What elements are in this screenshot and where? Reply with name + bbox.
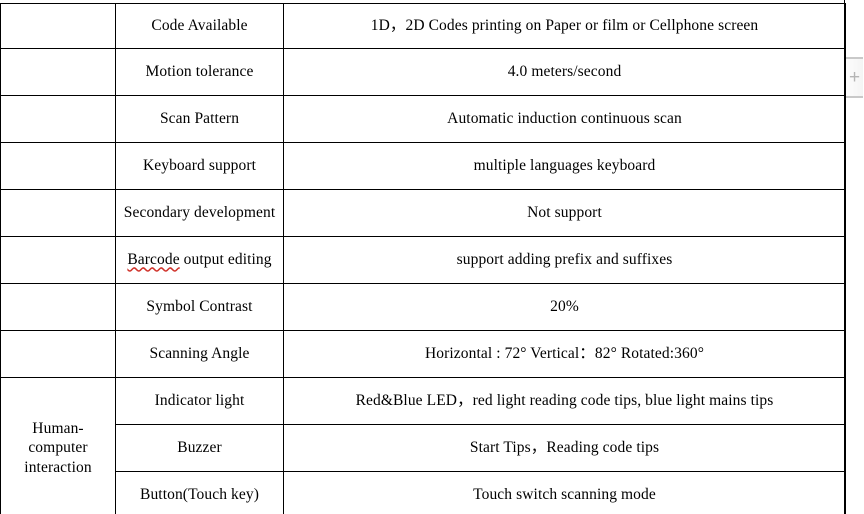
table-row: Motion tolerance 4.0 meters/second	[0, 48, 846, 96]
category-cell-blank	[0, 189, 116, 237]
value-cell: 4.0 meters/second	[283, 48, 846, 96]
plus-icon[interactable]: +	[849, 68, 860, 87]
category-cell-blank	[0, 3, 116, 49]
category-cell-blank	[0, 95, 116, 143]
param-cell-text: output editing	[179, 251, 272, 269]
category-cell-human-computer-interaction: Human-computer interaction	[0, 377, 116, 514]
param-cell: Indicator light	[115, 377, 284, 425]
table-row: Barcode output editing support adding pr…	[0, 236, 846, 284]
value-cell: Not support	[283, 189, 846, 237]
spellcheck-word: Barcode	[127, 251, 180, 269]
document-page: Code Available 1D，2D Codes printing on P…	[0, 0, 864, 514]
table-body: Code Available 1D，2D Codes printing on P…	[0, 3, 846, 514]
param-cell: Code Available	[115, 3, 284, 49]
specification-table: Code Available 1D，2D Codes printing on P…	[0, 3, 846, 514]
category-cell-blank	[0, 236, 116, 284]
table-row: Scanning Angle Horizontal : 72° Vertical…	[0, 330, 846, 378]
category-cell-blank	[0, 142, 116, 190]
category-cell-blank	[0, 48, 116, 96]
param-cell: Scanning Angle	[115, 330, 284, 378]
category-cell-blank	[0, 330, 116, 378]
value-cell: Touch switch scanning mode	[283, 471, 846, 514]
table-row: Button(Touch key) Touch switch scanning …	[1, 471, 846, 514]
param-cell: Keyboard support	[115, 142, 284, 190]
value-cell: 1D，2D Codes printing on Paper or film or…	[283, 3, 846, 49]
table-row: Scan Pattern Automatic induction continu…	[0, 95, 846, 143]
table-row: Human-computer interaction Indicator lig…	[0, 377, 846, 514]
param-cell: Symbol Contrast	[115, 283, 284, 331]
table-row: Keyboard support multiple languages keyb…	[0, 142, 846, 190]
value-cell: Automatic induction continuous scan	[283, 95, 846, 143]
param-cell: Scan Pattern	[115, 95, 284, 143]
value-cell: Start Tips，Reading code tips	[283, 424, 846, 472]
param-cell: Button(Touch key)	[115, 471, 284, 514]
value-cell: Red&Blue LED，red light reading code tips…	[283, 377, 846, 425]
table-row: Secondary development Not support	[0, 189, 846, 237]
table-row: Code Available 1D，2D Codes printing on P…	[0, 3, 846, 49]
value-cell: 20%	[283, 283, 846, 331]
table-row: Symbol Contrast 20%	[0, 283, 846, 331]
page-right-rule	[844, 0, 845, 514]
value-cell: support adding prefix and suffixes	[283, 236, 846, 284]
param-cell: Secondary development	[115, 189, 284, 237]
category-cell-blank	[0, 283, 116, 331]
value-cell: Horizontal : 72° Vertical：82° Rotated:36…	[283, 330, 846, 378]
param-cell: Buzzer	[115, 424, 284, 472]
param-cell: Motion tolerance	[115, 48, 284, 96]
value-cell: multiple languages keyboard	[283, 142, 846, 190]
table-row: Buzzer Start Tips，Reading code tips	[1, 424, 846, 472]
insert-control-widget[interactable]: +	[846, 57, 863, 98]
param-cell: Barcode output editing	[115, 236, 284, 284]
